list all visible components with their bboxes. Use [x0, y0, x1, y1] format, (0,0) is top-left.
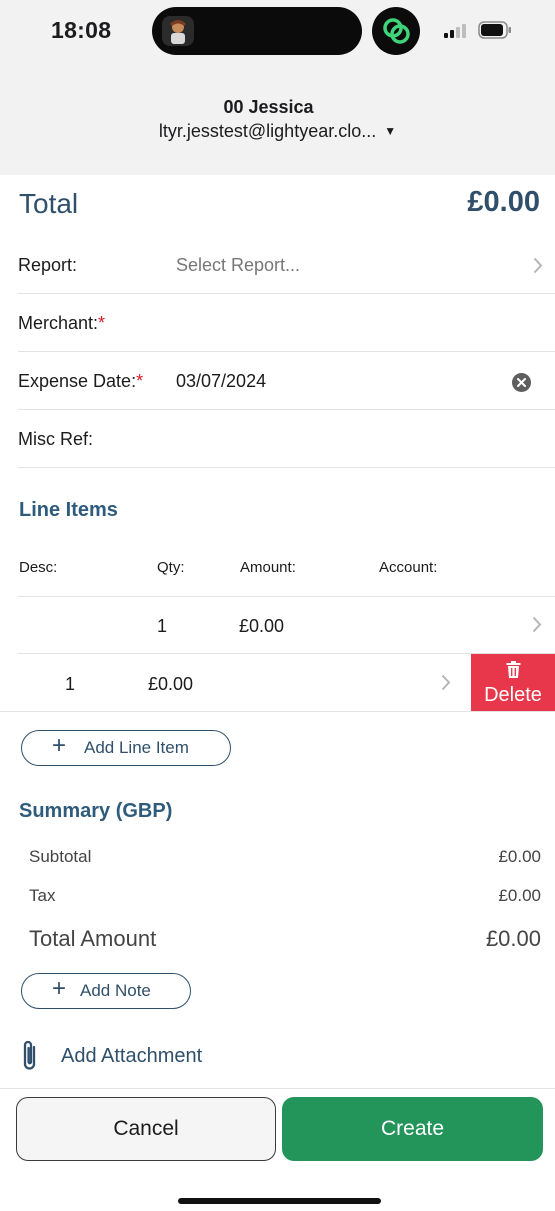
chevron-down-icon: ▼: [384, 124, 397, 138]
create-button[interactable]: Create: [282, 1097, 543, 1161]
delete-button[interactable]: Delete: [471, 654, 555, 711]
dynamic-island: [152, 7, 362, 55]
report-row[interactable]: Report: Select Report...: [18, 236, 555, 294]
plus-icon: +: [52, 732, 67, 759]
signal-icon: [444, 22, 470, 38]
col-qty: Qty:: [157, 559, 185, 576]
add-attachment-label: Add Attachment: [61, 1045, 203, 1067]
add-line-item-button[interactable]: + Add Line Item: [21, 730, 231, 766]
add-note-label: Add Note: [80, 981, 151, 1000]
subtotal-row: Subtotal £0.00: [29, 847, 541, 869]
expense-date-label: Expense Date:*: [18, 371, 144, 391]
account-name: 00 Jessica: [223, 97, 314, 117]
trash-icon: [506, 661, 521, 678]
total-amount-value: £0.00: [485, 926, 541, 951]
line-items-title: Line Items: [19, 499, 118, 521]
cancel-button[interactable]: Cancel: [16, 1097, 276, 1161]
chevron-right-icon: [441, 674, 451, 691]
expense-date-field[interactable]: 03/07/2024: [176, 371, 266, 392]
paperclip-icon: [23, 1040, 36, 1070]
chevron-right-icon: [533, 257, 543, 274]
subtotal-value: £0.00: [498, 847, 541, 866]
tax-value: £0.00: [498, 886, 541, 905]
total-amount-label: Total Amount: [29, 926, 157, 951]
plus-icon: +: [52, 975, 67, 1002]
expense-date-row[interactable]: Expense Date:* 03/07/2024: [18, 352, 555, 410]
battery-icon: [478, 21, 512, 39]
divider: [0, 1088, 555, 1089]
island-avatar-icon: [162, 16, 194, 46]
merchant-label: Merchant:*: [18, 313, 106, 333]
report-label: Report:: [18, 255, 78, 275]
add-note-button[interactable]: + Add Note: [21, 973, 191, 1009]
tax-label: Tax: [29, 886, 56, 905]
line-item-qty: 1: [157, 616, 168, 636]
misc-ref-label: Misc Ref:: [18, 429, 94, 449]
line-item-amount: £0.00: [239, 616, 285, 636]
summary-title: Summary (GBP): [19, 800, 173, 822]
top-bar: 18:08 00 Jessica ltyr.jesstest@lightyear…: [0, 0, 555, 175]
line-item-amount: £0.00: [148, 674, 194, 694]
col-amount: Amount:: [240, 559, 296, 576]
report-select[interactable]: Select Report...: [176, 255, 300, 276]
misc-ref-row[interactable]: Misc Ref:: [18, 410, 555, 468]
add-attachment-button[interactable]: Add Attachment: [19, 1039, 319, 1073]
required-mark: *: [98, 313, 106, 333]
divider: [0, 711, 555, 712]
total-amount-row: Total Amount £0.00: [29, 926, 541, 954]
col-account: Account:: [379, 559, 438, 576]
col-desc: Desc:: [19, 559, 58, 576]
total-value: £0.00: [467, 186, 540, 218]
subtotal-label: Subtotal: [29, 847, 92, 866]
home-indicator[interactable]: [178, 1198, 381, 1204]
tax-row: Tax £0.00: [29, 886, 541, 908]
chevron-right-icon: [532, 616, 542, 633]
account-email: ltyr.jesstest@lightyear.clo...: [158, 121, 377, 141]
line-item-qty: 1: [65, 674, 76, 694]
account-switcher[interactable]: ltyr.jesstest@lightyear.clo... ▼: [0, 121, 555, 142]
add-line-item-label: Add Line Item: [84, 738, 189, 757]
app-logo-icon: [372, 7, 420, 55]
delete-label: Delete: [484, 684, 542, 706]
clear-icon[interactable]: [512, 373, 531, 392]
merchant-row[interactable]: Merchant:*: [18, 294, 555, 352]
total-label: Total: [19, 188, 79, 219]
status-time: 18:08: [51, 17, 112, 43]
required-mark: *: [136, 371, 144, 391]
divider: [18, 596, 555, 597]
